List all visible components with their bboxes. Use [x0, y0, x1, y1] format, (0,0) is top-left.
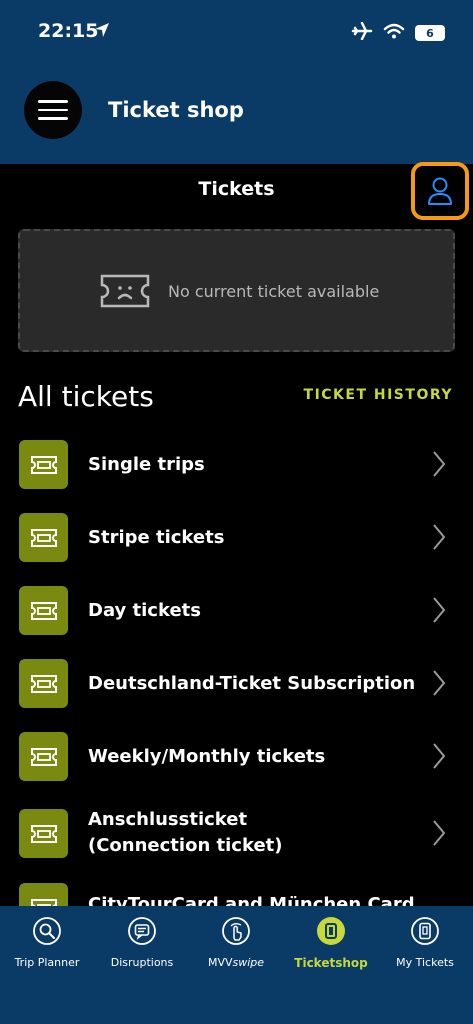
current-ticket-card: No current ticket available [18, 229, 455, 352]
empty-state-text: No current ticket available [168, 282, 380, 301]
app-header: Ticket shop [0, 62, 473, 164]
ticket-icon [19, 732, 68, 781]
status-bar: 22:15 6 [0, 0, 473, 62]
swipe-icon [221, 916, 251, 946]
ticket-item-day-tickets[interactable]: Day tickets [0, 574, 473, 647]
ticket-icon [19, 659, 68, 708]
tab-ticketshop[interactable]: Ticketshop [284, 916, 378, 970]
ticket-label-line2: (Connection ticket) [88, 835, 283, 856]
menu-button[interactable] [24, 81, 82, 139]
hamburger-icon [38, 100, 68, 103]
chevron-right-icon [432, 669, 446, 701]
sad-ticket-icon [99, 273, 151, 313]
chevron-right-icon [432, 523, 446, 555]
ticket-icon [19, 440, 68, 489]
tab-label: MVVswipe [189, 956, 283, 969]
ticket-label: Anschlussticket (Connection ticket) [88, 807, 283, 859]
ticket-item-stripe-tickets[interactable]: Stripe tickets [0, 501, 473, 574]
ticket-list: Single trips Stripe tickets Day tickets … [0, 428, 473, 906]
section-title: Tickets [198, 178, 275, 200]
ticket-label: Deutschland-Ticket Subscription [88, 673, 416, 694]
profile-button[interactable] [411, 162, 469, 220]
chevron-right-icon [432, 596, 446, 628]
ticket-label-line1: Anschlussticket [88, 809, 248, 830]
search-icon [32, 916, 62, 946]
ticket-item-anschlussticket[interactable]: Anschlussticket (Connection ticket) [0, 793, 473, 883]
ticket-icon [19, 513, 68, 562]
ticket-icon [19, 586, 68, 635]
tab-bar: Trip Planner Disruptions MVVswipe Ticket… [0, 906, 473, 1024]
chevron-right-icon [432, 819, 446, 851]
status-time: 22:15 [38, 20, 99, 42]
ticketshop-icon [316, 916, 346, 946]
tab-label-suffix: swipe [232, 956, 265, 969]
chevron-right-icon [432, 450, 446, 482]
ticket-item-weekly-monthly[interactable]: Weekly/Monthly tickets [0, 720, 473, 793]
tab-label: Disruptions [110, 956, 174, 969]
ticket-item-deutschland-ticket[interactable]: Deutschland-Ticket Subscription [0, 647, 473, 720]
page-title: Ticket shop [108, 98, 244, 122]
ticket-label: CityTourCard and München Card [88, 894, 415, 906]
my-tickets-icon [410, 916, 440, 946]
tab-my-tickets[interactable]: My Tickets [378, 916, 472, 969]
battery-icon: 6 [415, 25, 445, 41]
tab-mvv-swipe[interactable]: MVVswipe [189, 916, 283, 969]
all-tickets-heading: All tickets [18, 380, 154, 413]
tab-label: Ticketshop [294, 956, 368, 970]
status-indicators: 6 [351, 21, 445, 44]
airplane-icon [351, 21, 373, 44]
ticket-item-single-trips[interactable]: Single trips [0, 428, 473, 501]
ticket-label: Weekly/Monthly tickets [88, 746, 326, 767]
tab-trip-planner[interactable]: Trip Planner [0, 916, 94, 969]
tab-label-main: MVV [207, 956, 233, 969]
tab-label: My Tickets [396, 956, 454, 969]
ticket-icon [19, 883, 68, 906]
chevron-right-icon [432, 742, 446, 774]
tab-disruptions[interactable]: Disruptions [95, 916, 189, 969]
location-arrow-icon [94, 22, 110, 42]
tab-label: Trip Planner [14, 956, 80, 969]
disruptions-icon [127, 916, 157, 946]
ticket-label: Stripe tickets [88, 527, 225, 548]
wifi-icon [383, 23, 405, 43]
ticket-icon [19, 809, 68, 858]
ticket-item-citytourcard[interactable]: CityTourCard and München Card [0, 883, 473, 906]
ticket-label: Single trips [88, 454, 205, 475]
user-icon [428, 177, 452, 205]
ticket-label: Day tickets [88, 600, 201, 621]
ticket-history-link[interactable]: TICKET HISTORY [304, 387, 453, 403]
